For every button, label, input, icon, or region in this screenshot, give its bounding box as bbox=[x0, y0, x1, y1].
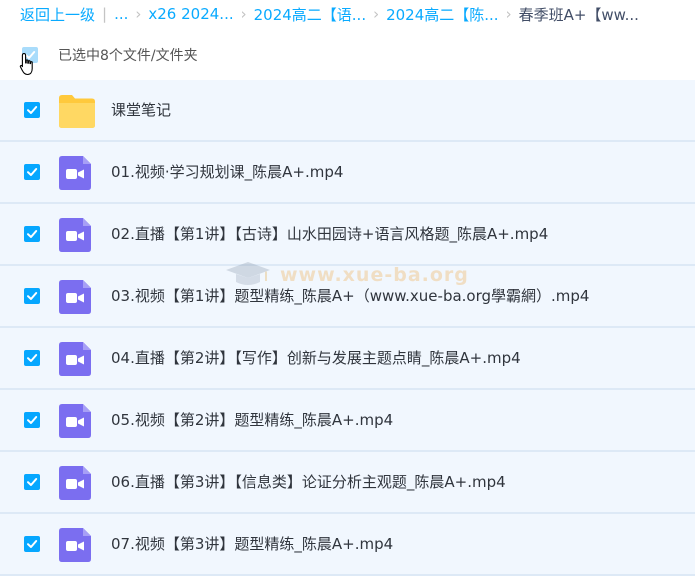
breadcrumb-separator: › bbox=[135, 5, 142, 23]
list-item[interactable]: 03.视频【第1讲】题型精练_陈晨A+（www.xue-ba.org學霸網）.m… bbox=[0, 266, 695, 328]
file-name[interactable]: 04.直播【第2讲】【写作】创新与发展主题点睛_陈晨A+.mp4 bbox=[111, 328, 521, 388]
video-file-icon bbox=[59, 156, 91, 190]
file-name[interactable]: 06.直播【第3讲】【信息类】论证分析主观题_陈晨A+.mp4 bbox=[111, 452, 506, 512]
row-checkbox[interactable] bbox=[24, 350, 40, 366]
check-icon bbox=[27, 540, 38, 548]
row-checkbox[interactable] bbox=[24, 474, 40, 490]
video-file-icon bbox=[59, 218, 91, 252]
check-icon bbox=[27, 354, 38, 362]
list-item[interactable]: 06.直播【第3讲】【信息类】论证分析主观题_陈晨A+.mp4 bbox=[0, 452, 695, 514]
selection-count: 已选中8个文件/文件夹 bbox=[58, 48, 198, 64]
selection-bar: 已选中8个文件/文件夹 bbox=[22, 42, 198, 68]
list-item[interactable]: 07.视频【第3讲】题型精练_陈晨A+.mp4 bbox=[0, 514, 695, 576]
check-icon bbox=[27, 416, 38, 424]
check-icon bbox=[27, 168, 38, 176]
breadcrumb-separator: | bbox=[102, 5, 108, 23]
breadcrumb-ellipsis[interactable]: ... bbox=[114, 5, 128, 23]
folder-icon bbox=[59, 95, 95, 128]
video-file-icon bbox=[59, 404, 91, 438]
breadcrumb-separator: › bbox=[240, 5, 247, 23]
breadcrumb-item[interactable]: 2024高二【陈... bbox=[386, 4, 498, 25]
row-checkbox[interactable] bbox=[24, 164, 40, 180]
check-icon bbox=[27, 478, 38, 486]
breadcrumb-current: 春季班A+【ww... bbox=[518, 5, 639, 24]
breadcrumb-item[interactable]: x26 2024... bbox=[148, 5, 233, 23]
list-item[interactable]: 02.直播【第1讲】【古诗】山水田园诗+语言风格题_陈晨A+.mp4 bbox=[0, 204, 695, 266]
check-icon bbox=[27, 106, 38, 114]
check-icon bbox=[27, 292, 38, 300]
row-checkbox[interactable] bbox=[24, 102, 40, 118]
breadcrumb: 返回上一级 | ... › x26 2024... › 2024高二【语... … bbox=[20, 2, 639, 26]
breadcrumb-separator: › bbox=[505, 5, 512, 23]
hand-cursor-icon bbox=[19, 52, 33, 76]
file-name[interactable]: 03.视频【第1讲】题型精练_陈晨A+（www.xue-ba.org學霸網）.m… bbox=[111, 266, 589, 326]
file-name[interactable]: 05.视频【第2讲】题型精练_陈晨A+.mp4 bbox=[111, 390, 393, 450]
video-file-icon bbox=[59, 280, 91, 314]
breadcrumb-item[interactable]: 2024高二【语... bbox=[254, 4, 366, 25]
row-checkbox[interactable] bbox=[24, 288, 40, 304]
list-item[interactable]: 04.直播【第2讲】【写作】创新与发展主题点睛_陈晨A+.mp4 bbox=[0, 328, 695, 390]
list-item[interactable]: 课堂笔记 bbox=[0, 80, 695, 142]
check-icon bbox=[27, 230, 38, 238]
file-list: 课堂笔记 01.视频·学习规划课_陈晨A+.mp4 02.直播【第1讲】【古诗】… bbox=[0, 80, 695, 576]
row-checkbox[interactable] bbox=[24, 536, 40, 552]
back-link[interactable]: 返回上一级 bbox=[20, 4, 95, 25]
breadcrumb-separator: › bbox=[373, 5, 380, 23]
row-checkbox[interactable] bbox=[24, 412, 40, 428]
list-item[interactable]: 05.视频【第2讲】题型精练_陈晨A+.mp4 bbox=[0, 390, 695, 452]
video-file-icon bbox=[59, 342, 91, 376]
row-checkbox[interactable] bbox=[24, 226, 40, 242]
video-file-icon bbox=[59, 466, 91, 500]
file-name[interactable]: 02.直播【第1讲】【古诗】山水田园诗+语言风格题_陈晨A+.mp4 bbox=[111, 204, 548, 264]
file-name[interactable]: 课堂笔记 bbox=[111, 80, 171, 140]
file-name[interactable]: 01.视频·学习规划课_陈晨A+.mp4 bbox=[111, 142, 343, 202]
video-file-icon bbox=[59, 528, 91, 562]
list-item[interactable]: 01.视频·学习规划课_陈晨A+.mp4 bbox=[0, 142, 695, 204]
file-name[interactable]: 07.视频【第3讲】题型精练_陈晨A+.mp4 bbox=[111, 514, 393, 574]
